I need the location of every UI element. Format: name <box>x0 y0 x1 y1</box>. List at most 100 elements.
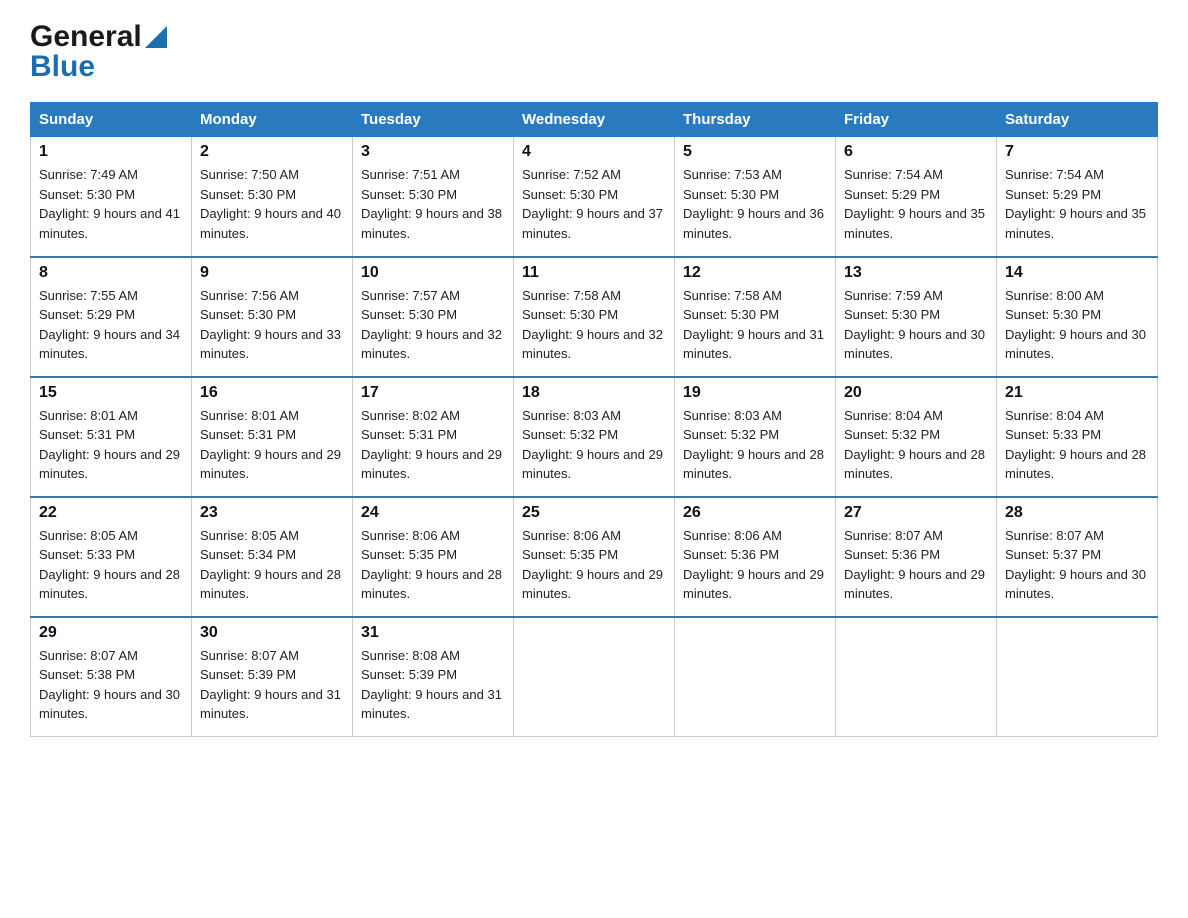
day-number: 11 <box>522 264 666 282</box>
day-info: Sunrise: 8:06 AMSunset: 5:35 PMDaylight:… <box>522 528 663 602</box>
day-number: 13 <box>844 264 988 282</box>
logo: General Blue <box>30 20 167 84</box>
day-number: 10 <box>361 264 505 282</box>
calendar-day-cell <box>514 617 675 737</box>
col-wednesday: Wednesday <box>514 103 675 137</box>
day-info: Sunrise: 7:53 AMSunset: 5:30 PMDaylight:… <box>683 167 824 241</box>
day-number: 19 <box>683 384 827 402</box>
calendar-day-cell: 16Sunrise: 8:01 AMSunset: 5:31 PMDayligh… <box>192 377 353 497</box>
day-info: Sunrise: 7:52 AMSunset: 5:30 PMDaylight:… <box>522 167 663 241</box>
calendar-week-row: 22 Sunrise: 8:05 AMSunset: 5:33 PMDayligh… <box>31 497 1158 617</box>
calendar-day-cell: 5 Sunrise: 7:53 AMSunset: 5:30 PMDaylight… <box>675 137 836 257</box>
day-info: Sunrise: 8:07 AMSunset: 5:39 PMDaylight:… <box>200 648 341 722</box>
day-number: 18 <box>522 384 666 402</box>
day-info: Sunrise: 8:06 AMSunset: 5:36 PMDaylight:… <box>683 528 824 602</box>
calendar-day-cell: 3Sunrise: 7:51 AMSunset: 5:30 PMDaylight… <box>353 137 514 257</box>
day-info: Sunrise: 7:56 AMSunset: 5:30 PMDaylight:… <box>200 288 341 362</box>
logo-triangle-icon <box>145 26 167 48</box>
day-info: Sunrise: 7:57 AMSunset: 5:30 PMDaylight:… <box>361 288 502 362</box>
day-info: Sunrise: 8:03 AMSunset: 5:32 PMDaylight:… <box>522 408 663 482</box>
calendar-week-row: 15Sunrise: 8:01 AMSunset: 5:31 PMDayligh… <box>31 377 1158 497</box>
calendar-day-cell: 2Sunrise: 7:50 AMSunset: 5:30 PMDaylight… <box>192 137 353 257</box>
day-info: Sunrise: 8:05 AMSunset: 5:34 PMDaylight:… <box>200 528 341 602</box>
calendar-day-cell: 28Sunrise: 8:07 AMSunset: 5:37 PMDayligh… <box>997 497 1158 617</box>
logo-general-text: General <box>30 20 142 54</box>
calendar-day-cell: 11Sunrise: 7:58 AMSunset: 5:30 PMDayligh… <box>514 257 675 377</box>
calendar-day-cell <box>675 617 836 737</box>
calendar-day-cell: 4Sunrise: 7:52 AMSunset: 5:30 PMDaylight… <box>514 137 675 257</box>
day-number: 29 <box>39 624 183 642</box>
calendar-day-cell: 13 Sunrise: 7:59 AMSunset: 5:30 PMDayligh… <box>836 257 997 377</box>
day-info: Sunrise: 8:01 AMSunset: 5:31 PMDaylight:… <box>200 408 341 482</box>
calendar-day-cell: 27 Sunrise: 8:07 AMSunset: 5:36 PMDayligh… <box>836 497 997 617</box>
day-number: 23 <box>200 504 344 522</box>
calendar-day-cell <box>997 617 1158 737</box>
calendar-day-cell: 26 Sunrise: 8:06 AMSunset: 5:36 PMDayligh… <box>675 497 836 617</box>
day-number: 6 <box>844 143 988 161</box>
calendar-day-cell: 20 Sunrise: 8:04 AMSunset: 5:32 PMDayligh… <box>836 377 997 497</box>
calendar-day-cell: 18 Sunrise: 8:03 AMSunset: 5:32 PMDayligh… <box>514 377 675 497</box>
col-thursday: Thursday <box>675 103 836 137</box>
calendar-day-cell: 19Sunrise: 8:03 AMSunset: 5:32 PMDayligh… <box>675 377 836 497</box>
day-info: Sunrise: 8:07 AMSunset: 5:36 PMDaylight:… <box>844 528 985 602</box>
day-number: 25 <box>522 504 666 522</box>
day-number: 31 <box>361 624 505 642</box>
day-number: 14 <box>1005 264 1149 282</box>
calendar-day-cell: 8 Sunrise: 7:55 AMSunset: 5:29 PMDaylight… <box>31 257 192 377</box>
calendar-table: Sunday Monday Tuesday Wednesday Thursday… <box>30 102 1158 737</box>
calendar-day-cell: 29 Sunrise: 8:07 AMSunset: 5:38 PMDayligh… <box>31 617 192 737</box>
day-number: 24 <box>361 504 505 522</box>
calendar-day-cell: 12 Sunrise: 7:58 AMSunset: 5:30 PMDayligh… <box>675 257 836 377</box>
calendar-day-cell: 10 Sunrise: 7:57 AMSunset: 5:30 PMDayligh… <box>353 257 514 377</box>
day-info: Sunrise: 8:07 AMSunset: 5:38 PMDaylight:… <box>39 648 180 722</box>
day-info: Sunrise: 8:06 AMSunset: 5:35 PMDaylight:… <box>361 528 502 602</box>
day-number: 1 <box>39 143 183 161</box>
day-info: Sunrise: 7:54 AMSunset: 5:29 PMDaylight:… <box>844 167 985 241</box>
calendar-day-cell: 15Sunrise: 8:01 AMSunset: 5:31 PMDayligh… <box>31 377 192 497</box>
day-info: Sunrise: 7:55 AMSunset: 5:29 PMDaylight:… <box>39 288 180 362</box>
calendar-day-cell: 1Sunrise: 7:49 AMSunset: 5:30 PMDaylight… <box>31 137 192 257</box>
day-info: Sunrise: 7:51 AMSunset: 5:30 PMDaylight:… <box>361 167 502 241</box>
day-info: Sunrise: 8:02 AMSunset: 5:31 PMDaylight:… <box>361 408 502 482</box>
day-number: 8 <box>39 264 183 282</box>
day-number: 26 <box>683 504 827 522</box>
day-info: Sunrise: 8:07 AMSunset: 5:37 PMDaylight:… <box>1005 528 1146 602</box>
calendar-header-row: Sunday Monday Tuesday Wednesday Thursday… <box>31 103 1158 137</box>
day-number: 30 <box>200 624 344 642</box>
calendar-day-cell: 23 Sunrise: 8:05 AMSunset: 5:34 PMDayligh… <box>192 497 353 617</box>
day-number: 12 <box>683 264 827 282</box>
day-info: Sunrise: 7:59 AMSunset: 5:30 PMDaylight:… <box>844 288 985 362</box>
day-info: Sunrise: 8:05 AMSunset: 5:33 PMDaylight:… <box>39 528 180 602</box>
calendar-day-cell: 31 Sunrise: 8:08 AMSunset: 5:39 PMDayligh… <box>353 617 514 737</box>
calendar-week-row: 8 Sunrise: 7:55 AMSunset: 5:29 PMDaylight… <box>31 257 1158 377</box>
col-tuesday: Tuesday <box>353 103 514 137</box>
calendar-day-cell: 25 Sunrise: 8:06 AMSunset: 5:35 PMDayligh… <box>514 497 675 617</box>
logo-blue-text: Blue <box>30 50 95 84</box>
calendar-day-cell: 21 Sunrise: 8:04 AMSunset: 5:33 PMDayligh… <box>997 377 1158 497</box>
calendar-day-cell: 6 Sunrise: 7:54 AMSunset: 5:29 PMDaylight… <box>836 137 997 257</box>
day-number: 22 <box>39 504 183 522</box>
day-info: Sunrise: 7:58 AMSunset: 5:30 PMDaylight:… <box>683 288 824 362</box>
calendar-day-cell: 14Sunrise: 8:00 AMSunset: 5:30 PMDayligh… <box>997 257 1158 377</box>
calendar-day-cell: 9 Sunrise: 7:56 AMSunset: 5:30 PMDaylight… <box>192 257 353 377</box>
day-number: 5 <box>683 143 827 161</box>
calendar-day-cell: 7Sunrise: 7:54 AMSunset: 5:29 PMDaylight… <box>997 137 1158 257</box>
calendar-day-cell: 30 Sunrise: 8:07 AMSunset: 5:39 PMDayligh… <box>192 617 353 737</box>
day-number: 9 <box>200 264 344 282</box>
day-number: 27 <box>844 504 988 522</box>
day-info: Sunrise: 8:04 AMSunset: 5:33 PMDaylight:… <box>1005 408 1146 482</box>
day-info: Sunrise: 8:08 AMSunset: 5:39 PMDaylight:… <box>361 648 502 722</box>
col-sunday: Sunday <box>31 103 192 137</box>
day-number: 7 <box>1005 143 1149 161</box>
day-number: 21 <box>1005 384 1149 402</box>
day-info: Sunrise: 8:04 AMSunset: 5:32 PMDaylight:… <box>844 408 985 482</box>
col-monday: Monday <box>192 103 353 137</box>
day-info: Sunrise: 8:01 AMSunset: 5:31 PMDaylight:… <box>39 408 180 482</box>
col-saturday: Saturday <box>997 103 1158 137</box>
col-friday: Friday <box>836 103 997 137</box>
day-number: 20 <box>844 384 988 402</box>
header: General Blue <box>30 20 1158 84</box>
day-number: 2 <box>200 143 344 161</box>
calendar-day-cell: 17 Sunrise: 8:02 AMSunset: 5:31 PMDayligh… <box>353 377 514 497</box>
day-number: 17 <box>361 384 505 402</box>
